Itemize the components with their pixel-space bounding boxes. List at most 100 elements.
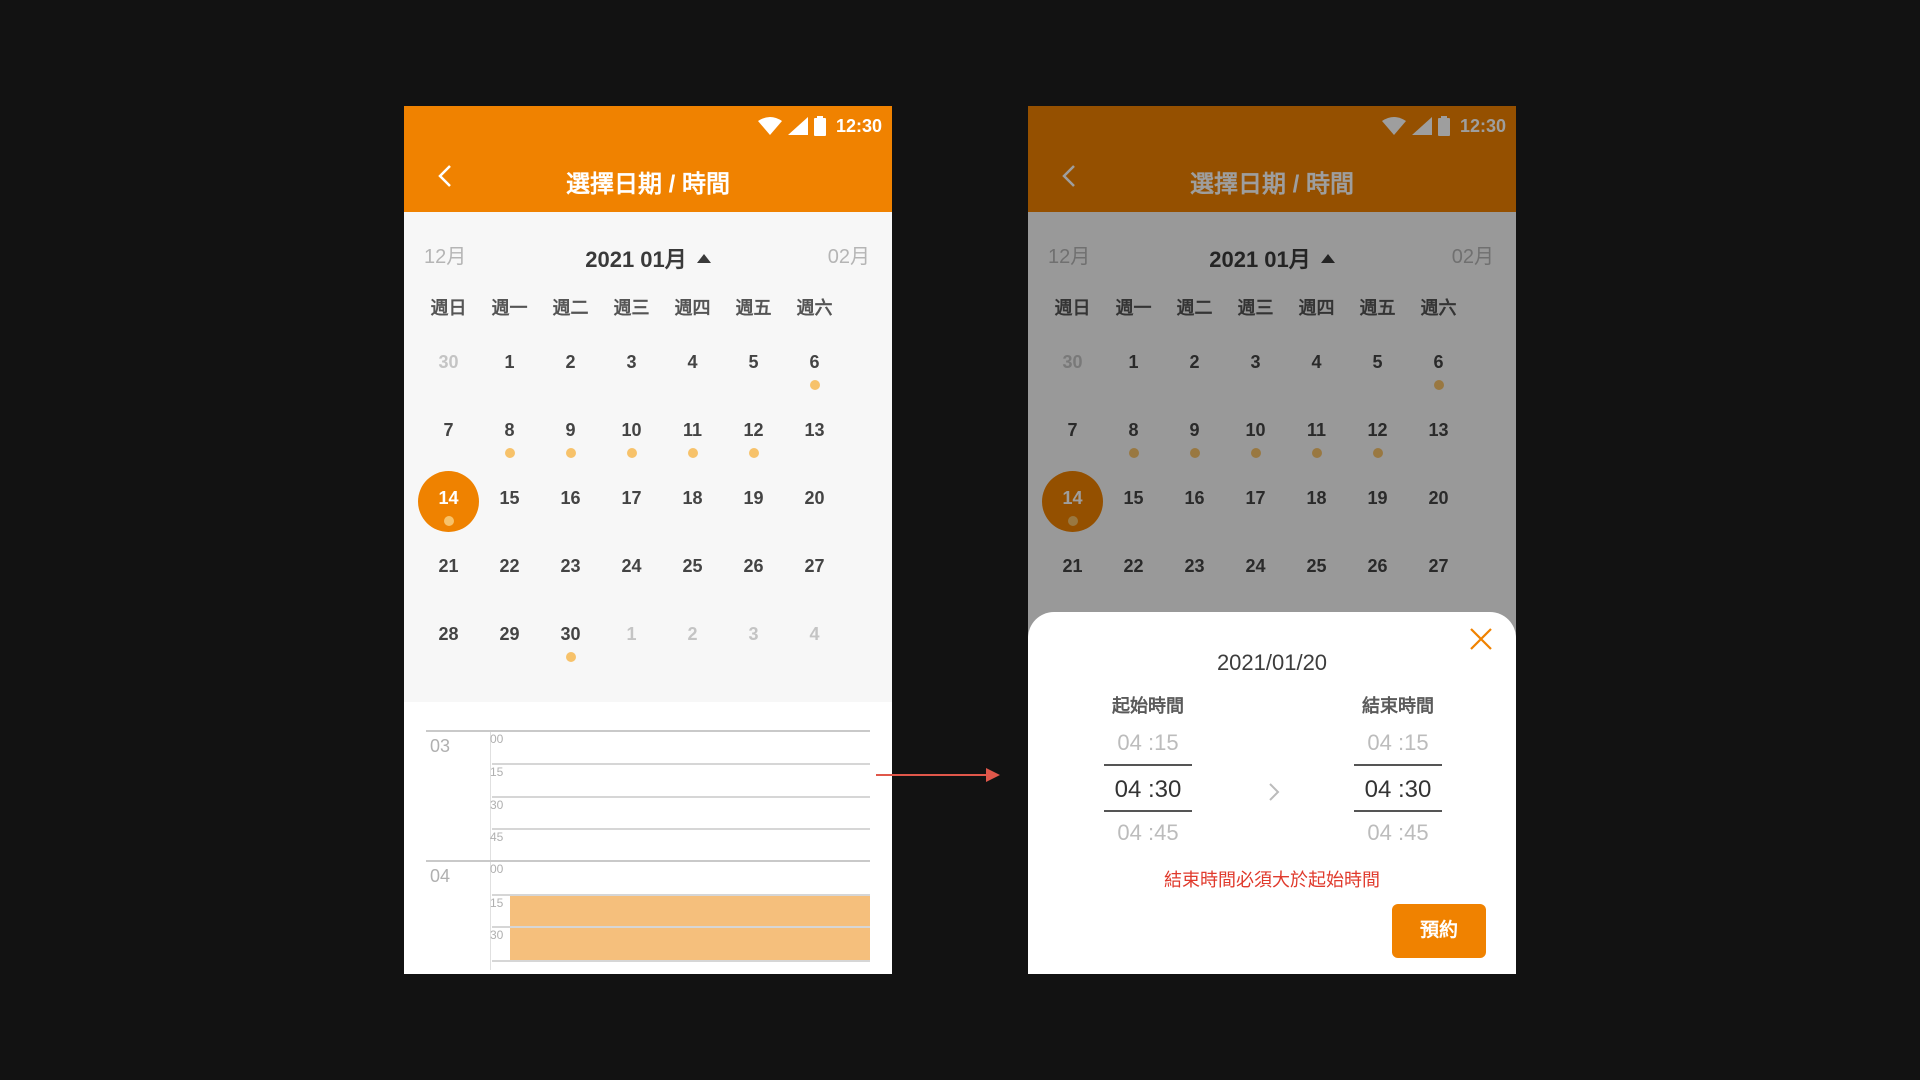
month-selector[interactable]: 2021 01月 <box>404 242 892 274</box>
quarter-line <box>492 763 870 765</box>
calendar-day[interactable]: 23 <box>540 542 601 598</box>
start-time-label: 起始時間 <box>1112 696 1184 716</box>
day-number: 10 <box>621 420 642 440</box>
calendar-day: 3 <box>723 610 784 666</box>
day-number: 24 <box>621 556 642 576</box>
quarter-label: 15 <box>490 765 504 779</box>
day-number: 27 <box>804 556 825 576</box>
booking-dot <box>566 652 576 662</box>
day-number: 17 <box>621 488 642 508</box>
calendar-day[interactable]: 30 <box>540 610 601 666</box>
day-number: 1 <box>626 624 637 644</box>
booking-dot <box>566 448 576 458</box>
day-number: 15 <box>499 488 520 508</box>
calendar-day[interactable]: 8 <box>479 406 540 462</box>
calendar-day[interactable]: 17 <box>601 474 662 530</box>
quarter-line <box>492 926 870 928</box>
calendar-day[interactable]: 1 <box>479 338 540 394</box>
day-number: 22 <box>499 556 520 576</box>
calendar-day[interactable]: 7 <box>418 406 479 462</box>
calendar-day[interactable]: 2 <box>540 338 601 394</box>
flow-arrow-icon <box>876 768 1000 782</box>
day-number: 4 <box>687 352 698 372</box>
error-message: 結束時間必須大於起始時間 <box>1164 870 1380 890</box>
calendar-day[interactable]: 11 <box>662 406 723 462</box>
calendar-day[interactable]: 6 <box>784 338 845 394</box>
calendar-day[interactable]: 22 <box>479 542 540 598</box>
day-number: 30 <box>438 352 459 372</box>
time-picker-sheet: 2021/01/20 起始時間 結束時間 04 :15 04 :30 04 :4… <box>1028 612 1516 974</box>
weekday-label: 週二 <box>552 298 589 318</box>
day-number: 26 <box>743 556 764 576</box>
start-time-option[interactable]: 04 :45 <box>1068 820 1228 846</box>
start-time-selected[interactable]: 04 :30 <box>1068 776 1228 804</box>
calendar-day[interactable]: 15 <box>479 474 540 530</box>
calendar-day[interactable]: 3 <box>601 338 662 394</box>
caret-up-icon <box>696 254 711 263</box>
selected-date: 2021/01/20 <box>1216 650 1328 675</box>
quarter-label: 15 <box>490 896 504 910</box>
picker-line <box>1104 764 1192 766</box>
day-number: 7 <box>443 420 454 440</box>
weekday-label: 週四 <box>674 298 711 318</box>
day-number: 13 <box>804 420 825 440</box>
calendar-day: 30 <box>418 338 479 394</box>
status-bar: 12:30 <box>757 112 882 140</box>
quarter-line <box>492 796 870 798</box>
calendar-day[interactable]: 4 <box>662 338 723 394</box>
booking-dot <box>505 448 515 458</box>
calendar-day[interactable]: 29 <box>479 610 540 666</box>
booking-dot <box>688 448 698 458</box>
calendar-day[interactable]: 26 <box>723 542 784 598</box>
day-number: 11 <box>682 420 703 440</box>
calendar-day[interactable]: 20 <box>784 474 845 530</box>
calendar-day[interactable]: 5 <box>723 338 784 394</box>
weekday-label: 週日 <box>430 298 467 318</box>
book-button[interactable]: 預約 <box>1392 904 1486 958</box>
quarter-line <box>492 828 870 830</box>
calendar-day[interactable]: 21 <box>418 542 479 598</box>
day-number: 1 <box>504 352 515 372</box>
page-title: 選擇日期 / 時間 <box>565 171 730 198</box>
time-picker-screen: 12:30 選擇日期 / 時間 12月 2021 01月 02月 週日 週一 週二週… <box>1028 106 1516 974</box>
calendar-day[interactable]: 10 <box>601 406 662 462</box>
picker-line <box>1354 764 1442 766</box>
quarter-line <box>492 894 870 896</box>
start-time-option[interactable]: 04 :15 <box>1068 730 1228 756</box>
calendar-day[interactable]: 16 <box>540 474 601 530</box>
calendar-day[interactable]: 24 <box>601 542 662 598</box>
calendar-day[interactable]: 9 <box>540 406 601 462</box>
chevron-right-icon <box>1269 783 1280 801</box>
day-number: 30 <box>560 624 581 644</box>
weekday-label: 週六 <box>796 298 833 318</box>
calendar-day[interactable]: 12 <box>723 406 784 462</box>
hour-label: 04 <box>430 866 451 886</box>
end-time-option[interactable]: 04 :45 <box>1318 820 1478 846</box>
calendar-day-selected[interactable]: 14 <box>418 471 479 532</box>
quarter-label: 30 <box>490 928 504 942</box>
end-time-selected[interactable]: 04 :30 <box>1318 776 1478 804</box>
day-number: 25 <box>682 556 703 576</box>
calendar-day[interactable]: 28 <box>418 610 479 666</box>
day-number: 3 <box>626 352 637 372</box>
calendar-day: 4 <box>784 610 845 666</box>
day-number: 2 <box>687 624 698 644</box>
calendar-day[interactable]: 13 <box>784 406 845 462</box>
battery-icon <box>813 116 826 136</box>
booking-dot <box>810 380 820 390</box>
close-icon[interactable] <box>1468 626 1494 652</box>
day-number: 19 <box>743 488 764 508</box>
day-number: 12 <box>743 420 764 440</box>
current-month-label: 2021 01月 <box>585 247 687 272</box>
calendar-day[interactable]: 25 <box>662 542 723 598</box>
picker-line <box>1104 810 1192 812</box>
day-number: 2 <box>565 352 576 372</box>
booking-dot <box>749 448 759 458</box>
quarter-label: 30 <box>490 798 504 812</box>
calendar-day[interactable]: 19 <box>723 474 784 530</box>
next-month-button[interactable]: 02月 <box>828 240 870 269</box>
end-time-option[interactable]: 04 :15 <box>1318 730 1478 756</box>
weekday-label: 週一 <box>491 298 528 318</box>
calendar-day[interactable]: 27 <box>784 542 845 598</box>
calendar-day[interactable]: 18 <box>662 474 723 530</box>
